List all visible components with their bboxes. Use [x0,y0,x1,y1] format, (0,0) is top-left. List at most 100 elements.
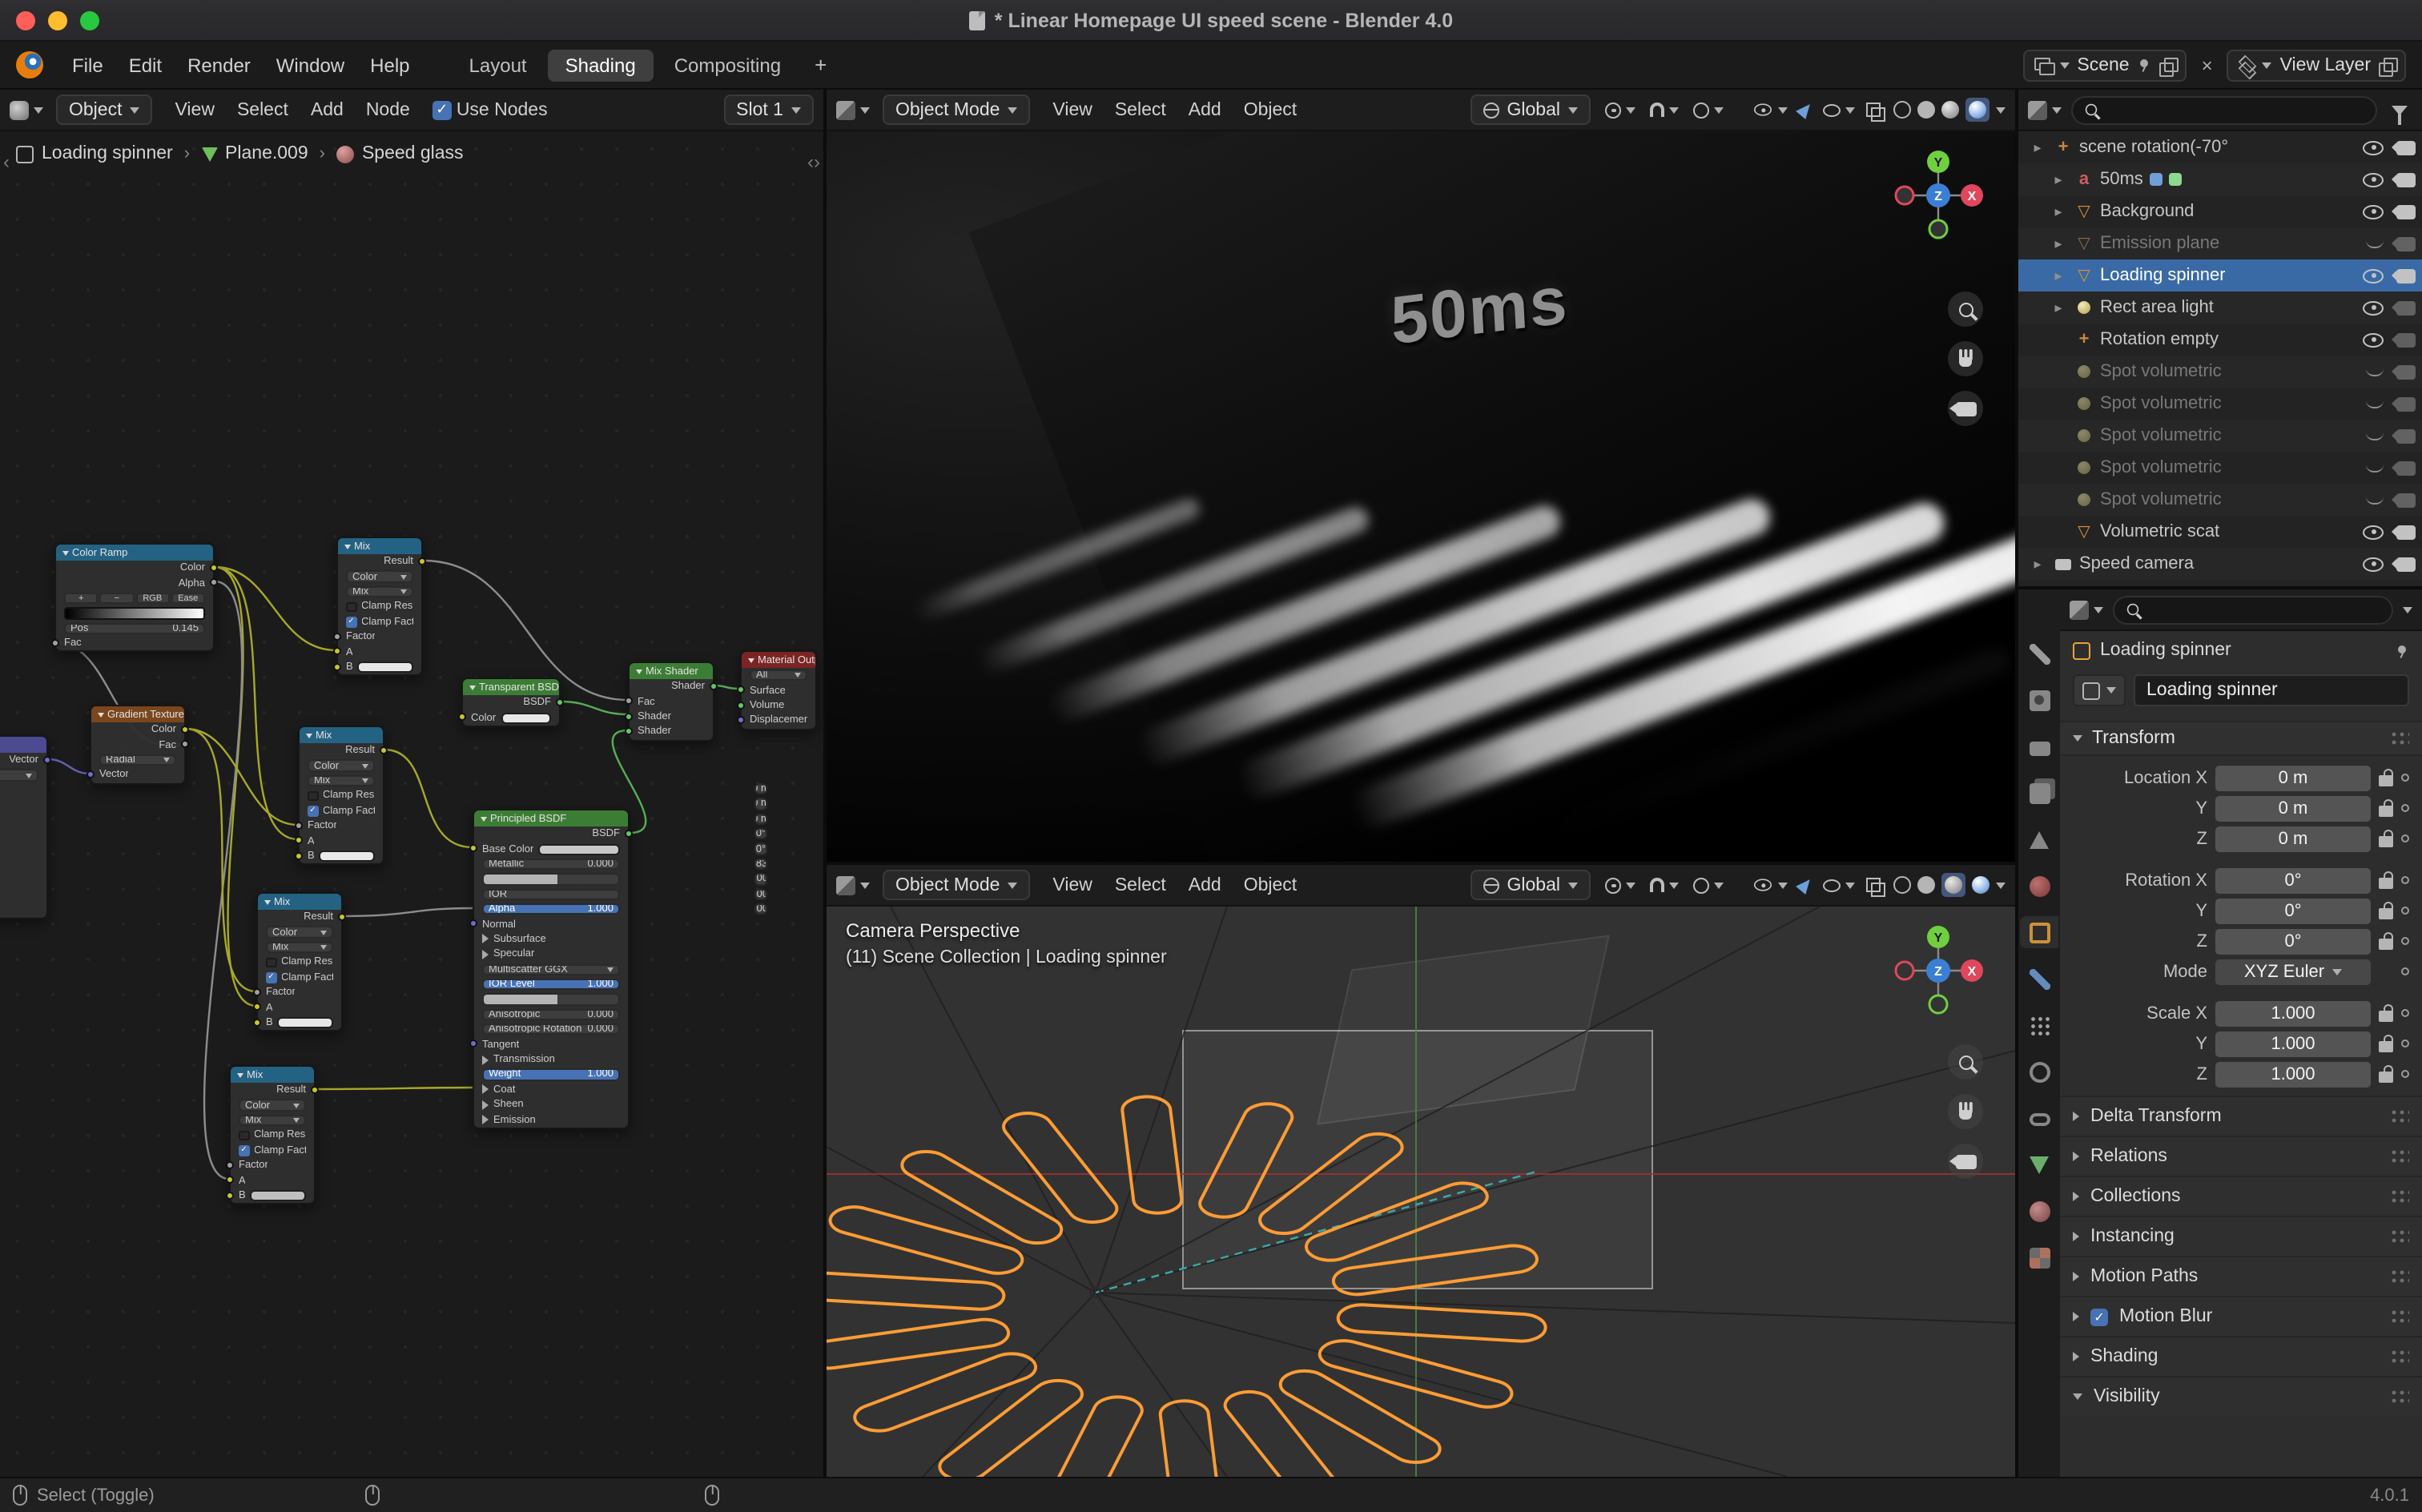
snap-dropdown[interactable] [1650,103,1679,117]
socket-icon[interactable] [333,662,341,670]
socket-icon[interactable] [458,714,466,722]
new-view-layer-icon[interactable] [2379,57,2395,73]
outliner-row[interactable]: ▸scene rotation(-70° [2018,131,2422,163]
node-dropdown[interactable]: Point [0,770,38,782]
value-field[interactable]: 1.000 [2215,1000,2371,1026]
chevron-right-icon[interactable] [482,1085,489,1095]
menu-file[interactable]: File [59,49,116,81]
node-value-field[interactable]: 183° [754,858,767,870]
node-header[interactable]: Mix [258,894,341,910]
lock-open-icon[interactable] [2379,1040,2393,1052]
panel-grip-icon[interactable] [2390,1389,2409,1405]
section-motion-blur[interactable]: ✓Motion Blur [2060,1296,2422,1336]
object-name-field[interactable]: Loading spinner [2134,674,2409,706]
camera-view[interactable]: Camera Perspective (11) Scene Collection… [827,907,2015,1477]
properties-tab-material[interactable] [2020,1195,2058,1227]
node-transparent-bsdf[interactable]: Transparent BSDFBSDFColor [461,678,561,727]
animate-decorator-icon[interactable] [2401,1070,2409,1078]
chevron-right-icon[interactable] [482,1055,489,1064]
eye-icon[interactable] [2363,140,2384,155]
animate-decorator-icon[interactable] [2401,804,2409,812]
vpa-menu-add[interactable]: Add [1179,97,1231,123]
node-material-output[interactable]: Material OutputAllSurfaceVolumeDisplacem… [740,650,817,730]
eye-icon[interactable] [2363,204,2384,219]
blender-logo-icon[interactable] [16,51,43,78]
solid-shading-icon[interactable] [1917,101,1935,119]
socket-icon[interactable] [226,1176,234,1184]
camera-visibility-icon[interactable] [2396,268,2416,283]
color-swatch[interactable] [501,712,551,723]
socket-icon[interactable] [737,716,745,724]
animate-decorator-icon[interactable] [2401,1040,2409,1048]
vpa-menu-object[interactable]: Object [1234,97,1307,123]
node-header[interactable]: Mix Shader [630,663,713,679]
value-field[interactable]: 0 m [2215,765,2371,790]
panel-grip-icon[interactable] [2390,1148,2409,1164]
shader-menu-node[interactable]: Node [356,97,420,123]
properties-tab-tool[interactable] [2020,637,2058,670]
node-header[interactable]: Transparent BSDF [463,679,559,695]
menu-edit[interactable]: Edit [116,49,175,81]
checkbox-icon[interactable]: ✓ [308,806,318,816]
animate-decorator-icon[interactable] [2401,907,2409,915]
node-value-field[interactable]: 1.000 [754,873,767,885]
new-scene-icon[interactable] [2160,57,2176,73]
filter-icon[interactable] [2392,105,2408,115]
mode-dropdown[interactable]: Object Mode [883,94,1030,125]
properties-tab-constraints[interactable] [2020,1102,2058,1134]
socket-icon[interactable] [469,919,477,927]
camera-visibility-icon[interactable] [2396,236,2416,251]
color-swatch[interactable] [251,1190,306,1201]
lock-open-icon[interactable] [2379,938,2393,949]
node-graph-area[interactable]: ‹ ‹› Loading spinner›Plane.009›Speed gla… [0,131,823,1477]
node-value-field[interactable]: 0 m [754,813,767,825]
workspace-tab-shading[interactable]: Shading [548,49,654,81]
motion-blur-checkbox[interactable]: ✓ [2090,1308,2108,1325]
expand-arrow-icon[interactable]: ▸ [2049,267,2068,284]
outliner-row[interactable]: Spot volumetric [2018,356,2422,388]
node-dropdown[interactable]: All [750,670,807,682]
properties-tab-world[interactable] [2020,870,2058,902]
camera-visibility-icon[interactable] [2396,460,2416,475]
color-swatch[interactable] [320,850,375,862]
rendered-view[interactable]: 50ms Y X Z [827,131,2015,862]
socket-icon[interactable] [253,988,261,996]
spinner-petal-outline[interactable] [996,1109,1124,1227]
navigation-gizmo[interactable]: Y X Z [1887,919,1990,1022]
camera-visibility-icon[interactable] [2396,428,2416,443]
node-slider-field[interactable]: Tint [482,994,620,1006]
socket-icon[interactable] [469,1040,477,1048]
visibility-dropdown[interactable] [1752,878,1788,892]
outliner-row[interactable]: ▸Speed camera [2018,548,2422,580]
outliner-search-input[interactable] [2071,95,2377,124]
outliner-row[interactable]: ▸50ms [2018,163,2422,195]
node-mix-shader[interactable]: Mix ShaderShaderFacShaderShader [628,662,714,741]
shader-type-dropdown[interactable]: Object [56,94,153,125]
value-field[interactable]: 0 m [2215,795,2371,821]
socket-icon[interactable] [333,633,341,641]
eye-icon[interactable] [2363,172,2384,187]
rendered-shading-icon[interactable] [1972,876,1990,894]
vpb-menu-object[interactable]: Object [1234,872,1307,898]
checkbox-icon[interactable]: ✓ [266,972,276,983]
scene-selector[interactable]: Scene [2022,49,2187,81]
socket-icon[interactable] [226,1191,234,1199]
node-value-field[interactable]: 0° [754,828,767,840]
value-field[interactable]: 0 m [2215,826,2371,851]
rendered-shading-active[interactable] [1965,98,1990,122]
node-value-field[interactable]: 1.000 [754,903,767,915]
checkbox-icon[interactable] [308,790,318,801]
socket-icon[interactable] [86,770,95,778]
properties-tab-object[interactable] [2020,916,2058,948]
menu-help[interactable]: Help [357,49,422,81]
outliner-row[interactable]: Volumetric scat [2018,516,2422,548]
zoom-button[interactable] [1948,1044,1983,1080]
socket-icon[interactable] [43,756,51,764]
properties-tab-render[interactable] [2020,684,2058,716]
shader-menu-add[interactable]: Add [301,97,353,123]
node-dropdown[interactable]: Radial [99,754,176,766]
properties-tab-mod[interactable] [2020,963,2058,995]
node-principled-bsdf[interactable]: Principled BSDFBSDFBase ColorMetallic0.0… [473,809,630,1129]
spinner-petal-outline[interactable] [1270,1365,1450,1468]
pivot-point-dropdown[interactable] [1605,877,1635,893]
